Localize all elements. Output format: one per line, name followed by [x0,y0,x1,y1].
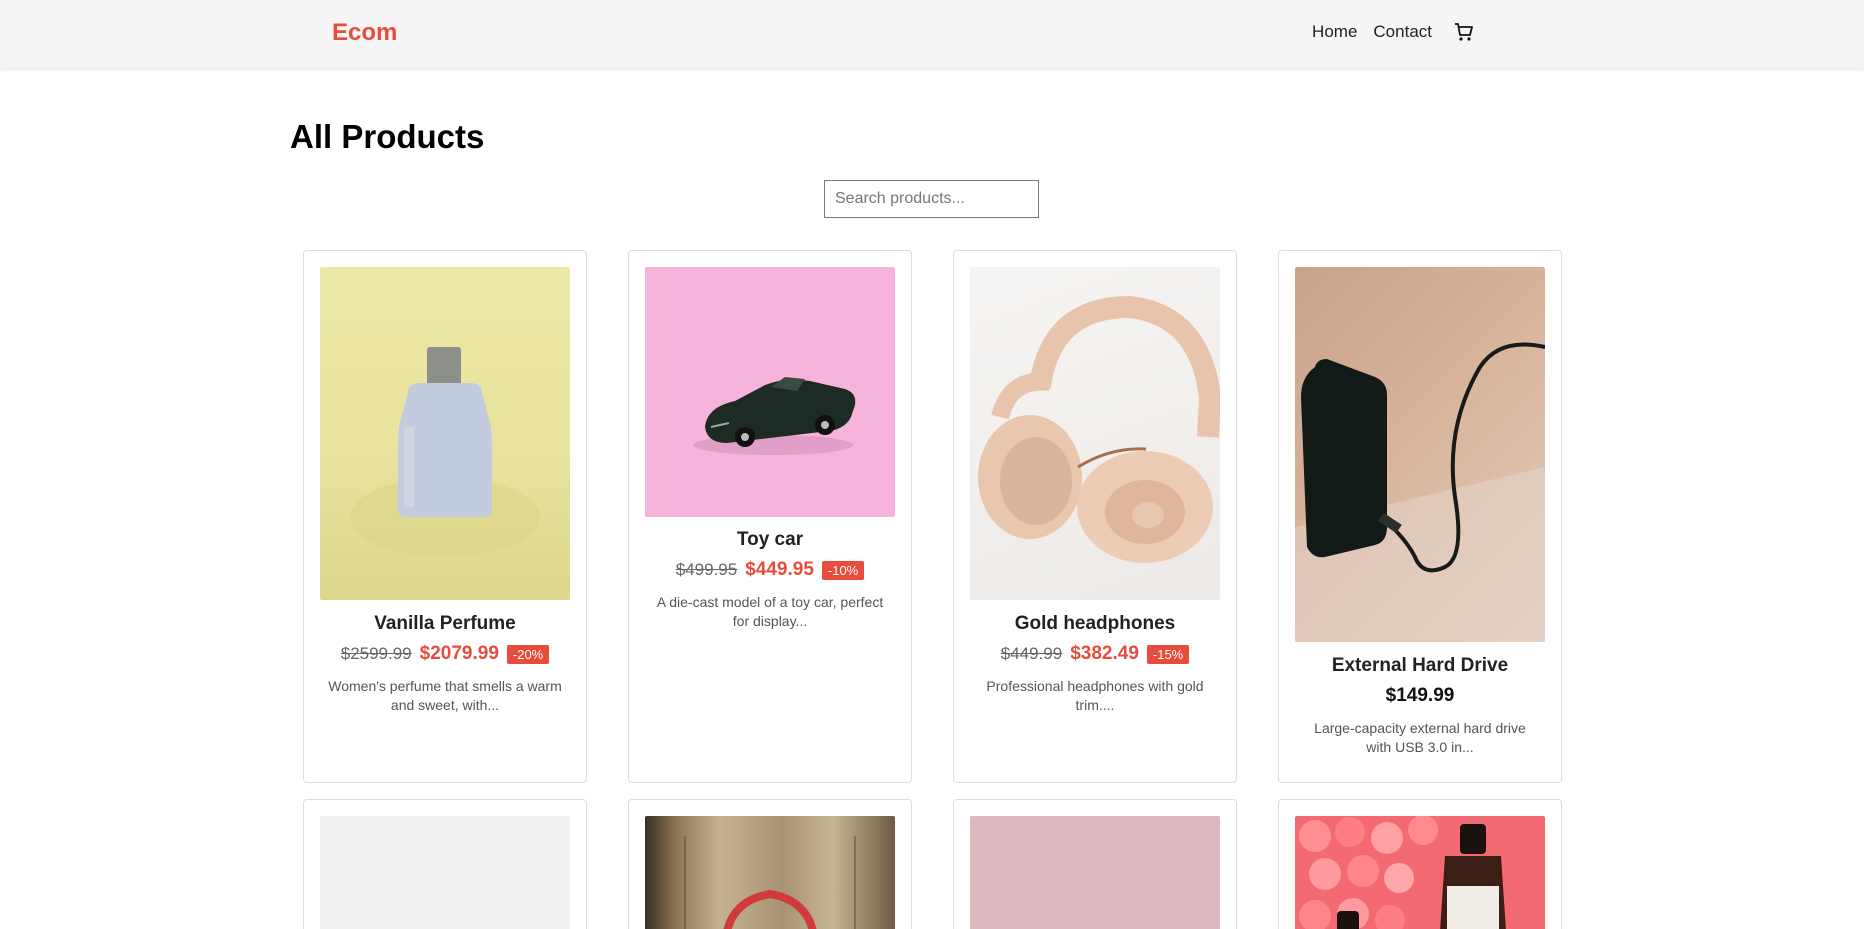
product-name[interactable]: Gold headphones [954,613,1236,635]
nav-contact-link[interactable]: Contact [1373,22,1432,42]
product-card[interactable]: Gold headphones $449.99 $382.49 -15% Pro… [953,250,1237,783]
original-price: $2599.99 [340,644,412,663]
product-image[interactable] [320,267,570,600]
product-description: Professional headphones with gold trim..… [986,678,1204,713]
sale-price: $449.95 [745,559,814,580]
product-card[interactable] [303,799,587,929]
cart-icon[interactable] [1454,22,1474,42]
product-card[interactable]: Vanilla Perfume $2599.99 $2079.99 -20% W… [303,250,587,783]
search-input[interactable] [824,180,1039,218]
product-description: Large-capacity external hard drive with … [1314,720,1526,755]
product-name[interactable]: Vanilla Perfume [304,613,586,635]
nav-links: Home Contact [1312,22,1474,42]
product-image[interactable] [1295,267,1545,642]
product-card[interactable] [628,799,912,929]
price-row: $449.99 $382.49 -15% [954,643,1236,665]
product-description: Women's perfume that smells a warm and s… [328,678,562,713]
product-description: A die-cast model of a toy car, perfect f… [656,594,884,629]
product-card[interactable]: Toy car $499.95 $449.95 -10% A die-cast … [628,250,912,783]
product-info: Toy car $499.95 $449.95 -10% A die-cast … [629,529,911,631]
price-row: $2599.99 $2079.99 -20% [304,643,586,665]
discount-badge: -15% [1146,644,1190,664]
product-name[interactable]: External Hard Drive [1279,655,1561,677]
product-info: Gold headphones $449.99 $382.49 -15% Pro… [954,613,1236,715]
sale-price: $382.49 [1070,643,1139,664]
product-info: Vanilla Perfume $2599.99 $2079.99 -20% W… [304,613,586,715]
price-row: $499.95 $449.95 -10% [629,559,911,581]
brand-logo[interactable]: Ecom [332,19,397,47]
product-card[interactable]: External Hard Drive $149.99 Large-capaci… [1278,250,1562,783]
product-price: $149.99 [1385,685,1455,706]
original-price: $499.95 [675,560,738,579]
product-image[interactable] [970,816,1220,929]
price-row: $149.99 [1279,685,1561,707]
product-card[interactable] [1278,799,1562,929]
navbar: Ecom Home Contact [0,0,1864,68]
discount-badge: -10% [821,560,865,580]
product-image[interactable] [645,267,895,517]
page-title: All Products [290,118,485,155]
product-name[interactable]: Toy car [629,529,911,551]
product-info: External Hard Drive $149.99 Large-capaci… [1279,655,1561,757]
product-card[interactable] [953,799,1237,929]
original-price: $449.99 [1000,644,1063,663]
product-image[interactable] [970,267,1220,600]
product-image[interactable] [320,816,570,929]
nav-home-link[interactable]: Home [1312,22,1357,42]
sale-price: $2079.99 [419,643,499,664]
discount-badge: -20% [506,644,550,664]
product-image[interactable] [1295,816,1545,929]
product-image[interactable] [645,816,895,929]
